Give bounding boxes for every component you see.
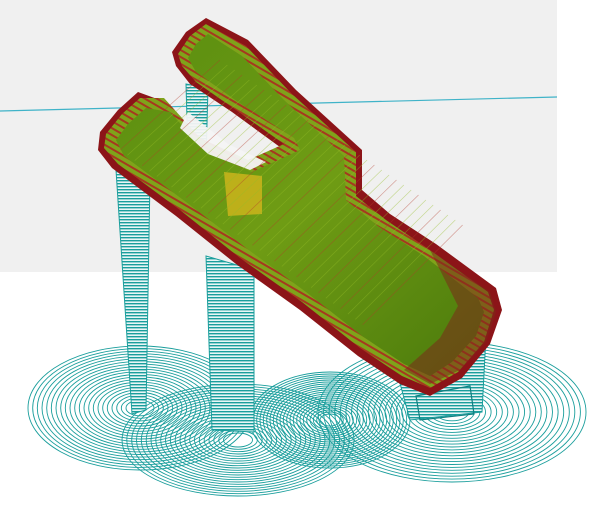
- support-pillar-center: [205, 255, 255, 433]
- support-ring: [223, 432, 253, 448]
- support-pillar-left: [115, 169, 151, 415]
- sliced-model-icon: [98, 18, 502, 396]
- top-skin-patch: [224, 172, 262, 216]
- sliced-model-preview[interactable]: [0, 0, 616, 517]
- layer-preview-viewport[interactable]: [0, 0, 616, 517]
- support-base-rings: [27, 341, 587, 497]
